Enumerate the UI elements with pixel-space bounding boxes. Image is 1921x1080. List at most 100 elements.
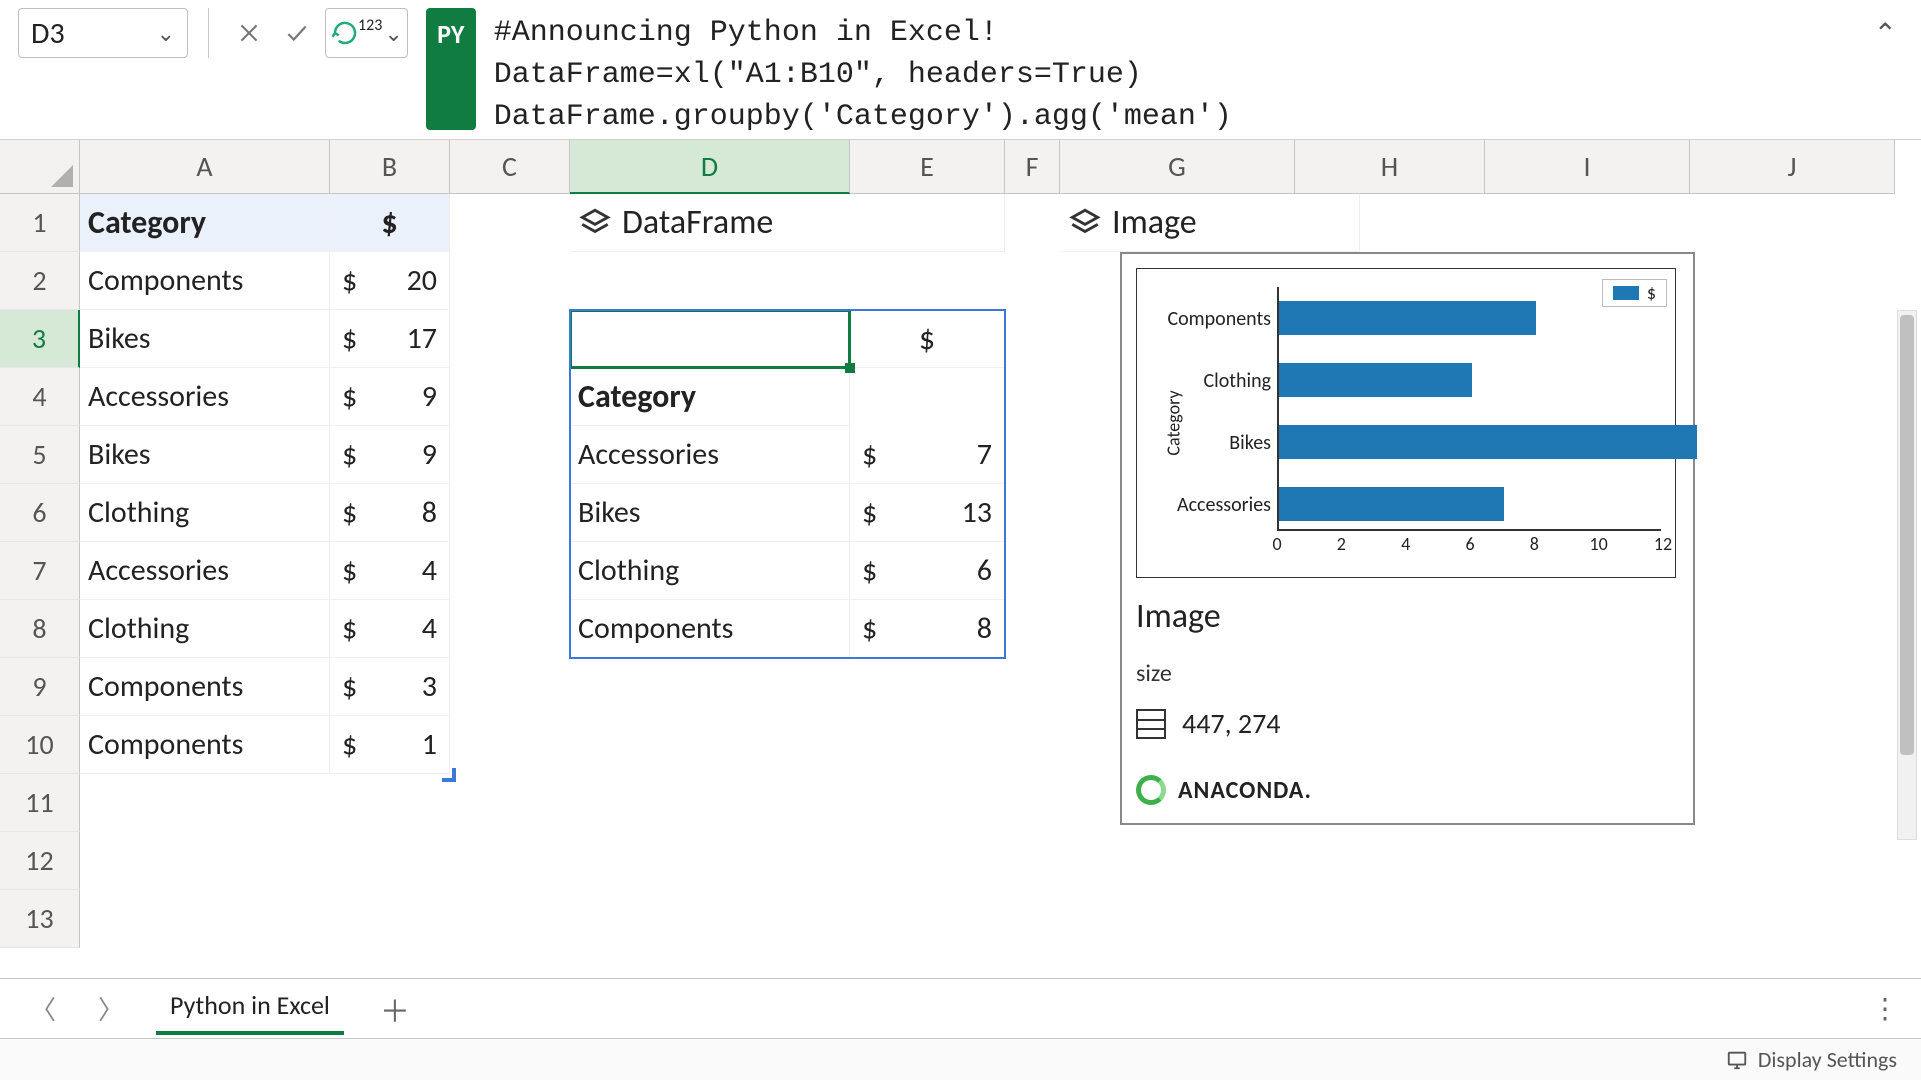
df-row[interactable]: $8	[850, 600, 1005, 658]
row-header[interactable]: 10	[0, 716, 80, 774]
add-sheet-button[interactable]: ＋	[366, 983, 424, 1035]
x-tick-label: 0	[1272, 533, 1281, 555]
column-header[interactable]: E	[850, 140, 1005, 194]
plot-area	[1277, 287, 1661, 531]
column-header[interactable]: D	[570, 140, 850, 194]
column-header[interactable]: B	[330, 140, 450, 194]
card-title: Image	[1136, 596, 1679, 637]
table-row[interactable]: $17	[330, 310, 450, 368]
cancel-button[interactable]	[229, 8, 269, 58]
select-all-corner[interactable]	[0, 140, 80, 194]
bar	[1279, 425, 1697, 459]
next-sheet-button[interactable]: 〉	[88, 984, 134, 1033]
display-settings-label[interactable]: Display Settings	[1758, 1046, 1897, 1073]
image-label[interactable]: Image	[1060, 194, 1360, 252]
column-header[interactable]: F	[1005, 140, 1060, 194]
fill-handle[interactable]	[845, 363, 855, 373]
row-header[interactable]: 12	[0, 832, 80, 890]
column-header[interactable]: H	[1295, 140, 1485, 194]
table-row[interactable]: $9	[330, 368, 450, 426]
python-mode-dropdown[interactable]: 123 ⌄	[325, 8, 408, 58]
table-row[interactable]: Components	[80, 252, 330, 310]
display-settings-icon	[1726, 1049, 1748, 1071]
table-row[interactable]: Components	[80, 716, 330, 774]
column-header[interactable]: A	[80, 140, 330, 194]
formula-code[interactable]: #Announcing Python in Excel! DataFrame=x…	[494, 8, 1903, 131]
row-header[interactable]: 4	[0, 368, 80, 426]
collapse-formula-bar-button[interactable]: ⌃	[1874, 16, 1897, 51]
df-row[interactable]: $7	[850, 426, 1005, 484]
vertical-scrollbar[interactable]	[1897, 310, 1917, 840]
spreadsheet-grid: ABCDEFGHIJ 12345678910111213 Category$Co…	[0, 140, 1921, 960]
table-row[interactable]: Bikes	[80, 426, 330, 484]
row-header[interactable]: 2	[0, 252, 80, 310]
row-header[interactable]: 8	[0, 600, 80, 658]
df-row[interactable]: Accessories	[570, 426, 850, 484]
table-row[interactable]: Clothing	[80, 484, 330, 542]
sheet-tab[interactable]: Python in Excel	[156, 983, 344, 1035]
column-header[interactable]: G	[1060, 140, 1295, 194]
x-tick-label: 8	[1530, 533, 1539, 555]
anaconda-brand: ANACONDA.	[1178, 776, 1312, 805]
table-row[interactable]: $9	[330, 426, 450, 484]
column-header[interactable]: C	[450, 140, 570, 194]
anaconda-brand-row: ANACONDA.	[1136, 775, 1679, 805]
size-row: 447, 274	[1136, 706, 1679, 741]
x-tick-label: 6	[1465, 533, 1474, 555]
df-row-header[interactable]: Category	[570, 368, 850, 426]
row-header[interactable]: 6	[0, 484, 80, 542]
active-cell-outline	[569, 309, 851, 369]
row-header[interactable]: 9	[0, 658, 80, 716]
row-header[interactable]: 1	[0, 194, 80, 252]
table-row[interactable]: $3	[330, 658, 450, 716]
cell-reference: D3	[31, 15, 65, 52]
row-header[interactable]: 5	[0, 426, 80, 484]
table-row[interactable]: Bikes	[80, 310, 330, 368]
name-box[interactable]: D3 ⌄	[18, 8, 188, 58]
prev-sheet-button[interactable]: 〈	[20, 984, 66, 1033]
table-row[interactable]: Accessories	[80, 542, 330, 600]
row-header[interactable]: 3	[0, 310, 80, 368]
table-row[interactable]: Accessories	[80, 368, 330, 426]
table-row[interactable]: $8	[330, 484, 450, 542]
x-tick-label: 4	[1401, 533, 1410, 555]
formula-bar: D3 ⌄ 123 ⌄ PY #Announcing Python in Exce…	[0, 0, 1921, 140]
table-row[interactable]: $1	[330, 716, 450, 774]
card-size-label: size	[1136, 659, 1679, 688]
image-size-value: 447, 274	[1182, 706, 1280, 741]
table-header[interactable]: Category	[80, 194, 330, 252]
table-header[interactable]: $	[330, 194, 450, 252]
column-header[interactable]: I	[1485, 140, 1690, 194]
chart: $CategoryComponentsClothingBikesAccessor…	[1136, 268, 1676, 578]
range-end-marker	[442, 768, 456, 782]
scrollbar-thumb[interactable]	[1900, 315, 1914, 755]
row-header[interactable]: 13	[0, 890, 80, 948]
table-row[interactable]: $4	[330, 600, 450, 658]
row-header[interactable]: 11	[0, 774, 80, 832]
bar	[1279, 363, 1472, 397]
df-row[interactable]: Clothing	[570, 542, 850, 600]
df-col-header[interactable]: $	[850, 310, 1005, 368]
df-row[interactable]: Components	[570, 600, 850, 658]
dataframe-label[interactable]: DataFrame	[570, 194, 1005, 252]
table-row[interactable]: $20	[330, 252, 450, 310]
confirm-button[interactable]	[277, 8, 317, 58]
status-bar: Display Settings	[0, 1038, 1921, 1080]
table-row[interactable]: Clothing	[80, 600, 330, 658]
superscript-123: 123	[358, 16, 382, 35]
row-header[interactable]: 7	[0, 542, 80, 600]
chevron-down-icon[interactable]: ⌄	[384, 20, 402, 47]
sheet-menu-button[interactable]: ⋮	[1871, 991, 1901, 1026]
table-row[interactable]: Components	[80, 658, 330, 716]
df-row[interactable]: $13	[850, 484, 1005, 542]
column-headers: ABCDEFGHIJ	[80, 140, 1895, 194]
refresh-icon	[330, 18, 360, 48]
df-row[interactable]: Bikes	[570, 484, 850, 542]
chevron-down-icon[interactable]: ⌄	[157, 20, 175, 47]
python-badge: PY	[426, 8, 476, 130]
grid-icon	[1136, 709, 1166, 739]
table-row[interactable]: $4	[330, 542, 450, 600]
column-header[interactable]: J	[1690, 140, 1895, 194]
bar	[1279, 301, 1536, 335]
df-row[interactable]: $6	[850, 542, 1005, 600]
